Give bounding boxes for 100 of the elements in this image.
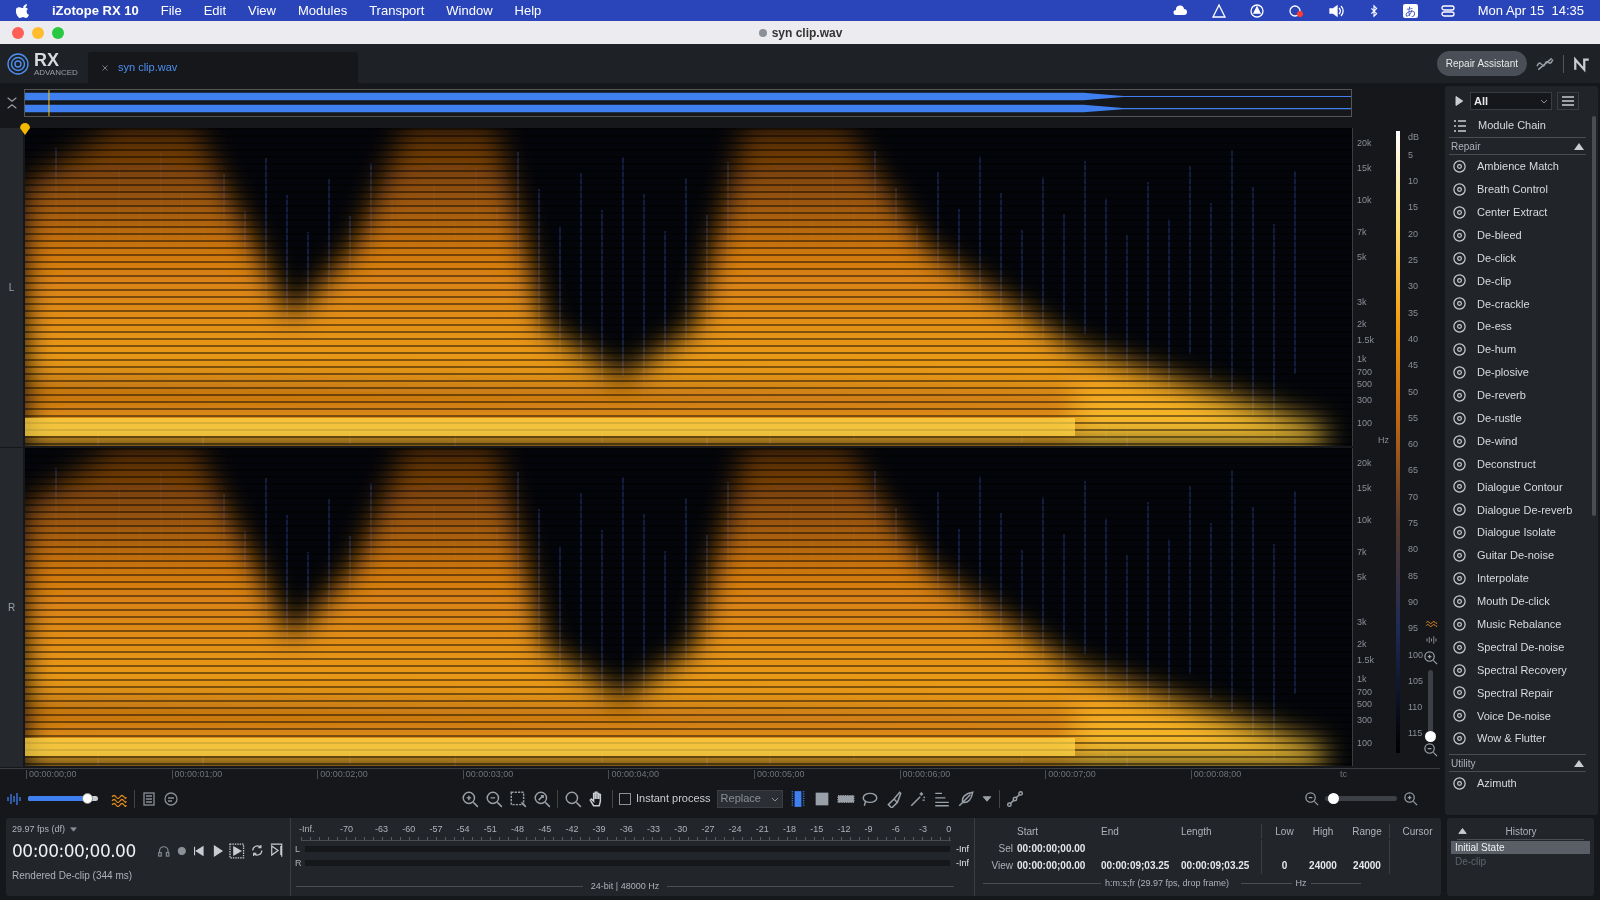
menu-item[interactable]: View bbox=[248, 0, 276, 21]
app-menu[interactable]: iZotope RX 10 bbox=[52, 0, 139, 21]
apple-logo-icon[interactable] bbox=[16, 2, 30, 19]
module-item[interactable]: Spectral Repair bbox=[1445, 681, 1590, 705]
zoom-selection-icon[interactable] bbox=[509, 789, 527, 808]
document-icon[interactable] bbox=[141, 790, 157, 807]
module-chain-item[interactable]: Module Chain bbox=[1445, 114, 1590, 137]
collapse-arrow-icon[interactable] bbox=[1574, 759, 1584, 768]
slider-thumb[interactable] bbox=[1425, 730, 1436, 742]
module-item[interactable]: Interpolate bbox=[1445, 567, 1590, 590]
module-item[interactable]: De-clip bbox=[1445, 269, 1590, 293]
instant-process-label[interactable]: Instant process bbox=[636, 790, 711, 807]
file-tab[interactable]: syn clip.wav bbox=[88, 52, 358, 83]
slider-thumb[interactable] bbox=[1328, 793, 1340, 805]
slider-thumb[interactable] bbox=[82, 793, 94, 805]
input-method-indicator[interactable]: あ bbox=[1402, 3, 1418, 18]
module-item[interactable]: De-click bbox=[1445, 246, 1590, 270]
play-selection-icon[interactable] bbox=[229, 842, 245, 859]
module-item[interactable]: Azimuth bbox=[1445, 772, 1590, 796]
triangle-icon[interactable] bbox=[1210, 2, 1227, 19]
playhead-marker[interactable] bbox=[19, 120, 31, 135]
mode-dropdown[interactable]: Replace bbox=[716, 789, 783, 808]
history-item[interactable]: Initial State bbox=[1451, 841, 1590, 854]
module-item[interactable]: De-plosive bbox=[1445, 361, 1590, 384]
sort-arrow-icon[interactable] bbox=[1457, 826, 1468, 836]
curve-icon[interactable] bbox=[1005, 789, 1024, 808]
zoom-in-icon[interactable] bbox=[1403, 791, 1418, 807]
play-icon[interactable] bbox=[1453, 95, 1465, 107]
magic-wand-icon[interactable] bbox=[908, 789, 927, 808]
control-center-icon[interactable] bbox=[1439, 2, 1456, 19]
skip-back-icon[interactable] bbox=[192, 843, 206, 858]
module-item[interactable]: Dialogue Isolate bbox=[1445, 521, 1590, 545]
module-item[interactable]: Guitar De-noise bbox=[1445, 544, 1590, 568]
menu-item[interactable]: Transport bbox=[369, 0, 425, 21]
zoom-fit-icon[interactable] bbox=[533, 789, 551, 808]
horizontal-zoom-slider[interactable] bbox=[1325, 793, 1397, 805]
scrollbar[interactable] bbox=[1592, 116, 1596, 516]
zoom-out-icon[interactable] bbox=[485, 789, 503, 808]
circle-icon[interactable] bbox=[1248, 2, 1265, 19]
frame-rate-label[interactable]: 29.97 fps (df) bbox=[12, 823, 66, 837]
module-item[interactable]: Wow & Flutter bbox=[1445, 727, 1590, 751]
document-icon bbox=[757, 27, 768, 38]
module-item[interactable]: Center Extract bbox=[1445, 200, 1590, 224]
repair-assistant-button[interactable]: Repair Assistant bbox=[1436, 51, 1527, 76]
zoom-in-icon[interactable] bbox=[1423, 649, 1438, 665]
module-item[interactable]: Voice De-noise bbox=[1445, 704, 1590, 728]
skip-end-icon[interactable] bbox=[269, 843, 284, 858]
module-item[interactable]: Dialogue Contour bbox=[1445, 475, 1590, 499]
module-item[interactable]: De-ess bbox=[1445, 315, 1590, 339]
collapse-icon[interactable] bbox=[5, 95, 19, 111]
module-item[interactable]: De-reverb bbox=[1445, 383, 1590, 407]
menu-item[interactable]: Help bbox=[514, 0, 542, 21]
waveform-icon[interactable] bbox=[6, 790, 22, 807]
module-item[interactable]: De-hum bbox=[1445, 338, 1590, 361]
close-icon[interactable] bbox=[100, 62, 110, 73]
module-item[interactable]: Breath Control bbox=[1445, 177, 1590, 201]
view-blend-slider[interactable] bbox=[28, 793, 98, 805]
section-header[interactable]: Repair bbox=[1449, 137, 1586, 155]
instant-process-checkbox[interactable] bbox=[619, 792, 631, 805]
module-item[interactable]: Music Rebalance bbox=[1445, 612, 1590, 636]
feather-icon[interactable] bbox=[956, 789, 975, 808]
module-item[interactable]: Spectral Recovery bbox=[1445, 658, 1590, 682]
module-icon bbox=[1452, 181, 1467, 197]
collapse-arrow-icon[interactable] bbox=[1574, 142, 1584, 150]
section-header[interactable]: Utility bbox=[1449, 754, 1586, 773]
module-item[interactable]: De-rustle bbox=[1445, 406, 1590, 430]
logo-icon[interactable] bbox=[1572, 54, 1592, 73]
module-filter-dropdown[interactable]: All bbox=[1470, 92, 1552, 110]
module-item[interactable]: De-wind bbox=[1445, 429, 1590, 453]
search-icon[interactable] bbox=[564, 789, 582, 808]
module-item[interactable]: De-crackle bbox=[1445, 292, 1590, 316]
menu-item[interactable]: Window bbox=[446, 0, 493, 21]
meter-scale-label: -60 bbox=[402, 825, 416, 834]
module-item[interactable]: Spectral De-noise bbox=[1445, 635, 1590, 659]
module-item[interactable]: De-bleed bbox=[1445, 223, 1590, 247]
menubar-clock[interactable]: Mon Apr 15 14:35 bbox=[1477, 0, 1584, 21]
menu-item[interactable]: Edit bbox=[203, 0, 227, 21]
menu-icon[interactable] bbox=[1557, 92, 1579, 110]
column-header: Low bbox=[1275, 826, 1294, 837]
module-item[interactable]: Dialogue De-reverb bbox=[1445, 498, 1590, 522]
module-item[interactable]: Deconstruct bbox=[1445, 452, 1590, 476]
record-icon[interactable] bbox=[175, 844, 188, 857]
menu-item[interactable]: Modules bbox=[298, 0, 348, 21]
brush-icon[interactable] bbox=[884, 789, 903, 808]
module-item[interactable]: Ambience Match bbox=[1445, 155, 1590, 178]
cloud-sync-icon[interactable] bbox=[1286, 2, 1305, 19]
waveform-overview[interactable] bbox=[24, 89, 1352, 117]
zoom-out-icon[interactable] bbox=[1304, 791, 1319, 807]
menu-item[interactable]: File bbox=[160, 0, 182, 21]
comment-icon[interactable] bbox=[163, 790, 179, 807]
headphones-icon[interactable] bbox=[157, 843, 171, 858]
zoom-out-icon[interactable] bbox=[1423, 741, 1438, 757]
zoom-in-icon[interactable] bbox=[461, 789, 479, 808]
vertical-zoom-slider[interactable] bbox=[1425, 669, 1436, 742]
close-button[interactable] bbox=[12, 26, 24, 39]
chevron-down-icon[interactable] bbox=[1540, 97, 1548, 105]
volume-icon[interactable] bbox=[1326, 2, 1345, 19]
loop-icon[interactable] bbox=[249, 843, 265, 858]
module-item[interactable]: Mouth De-click bbox=[1445, 589, 1590, 613]
caret-icon[interactable] bbox=[69, 825, 79, 835]
